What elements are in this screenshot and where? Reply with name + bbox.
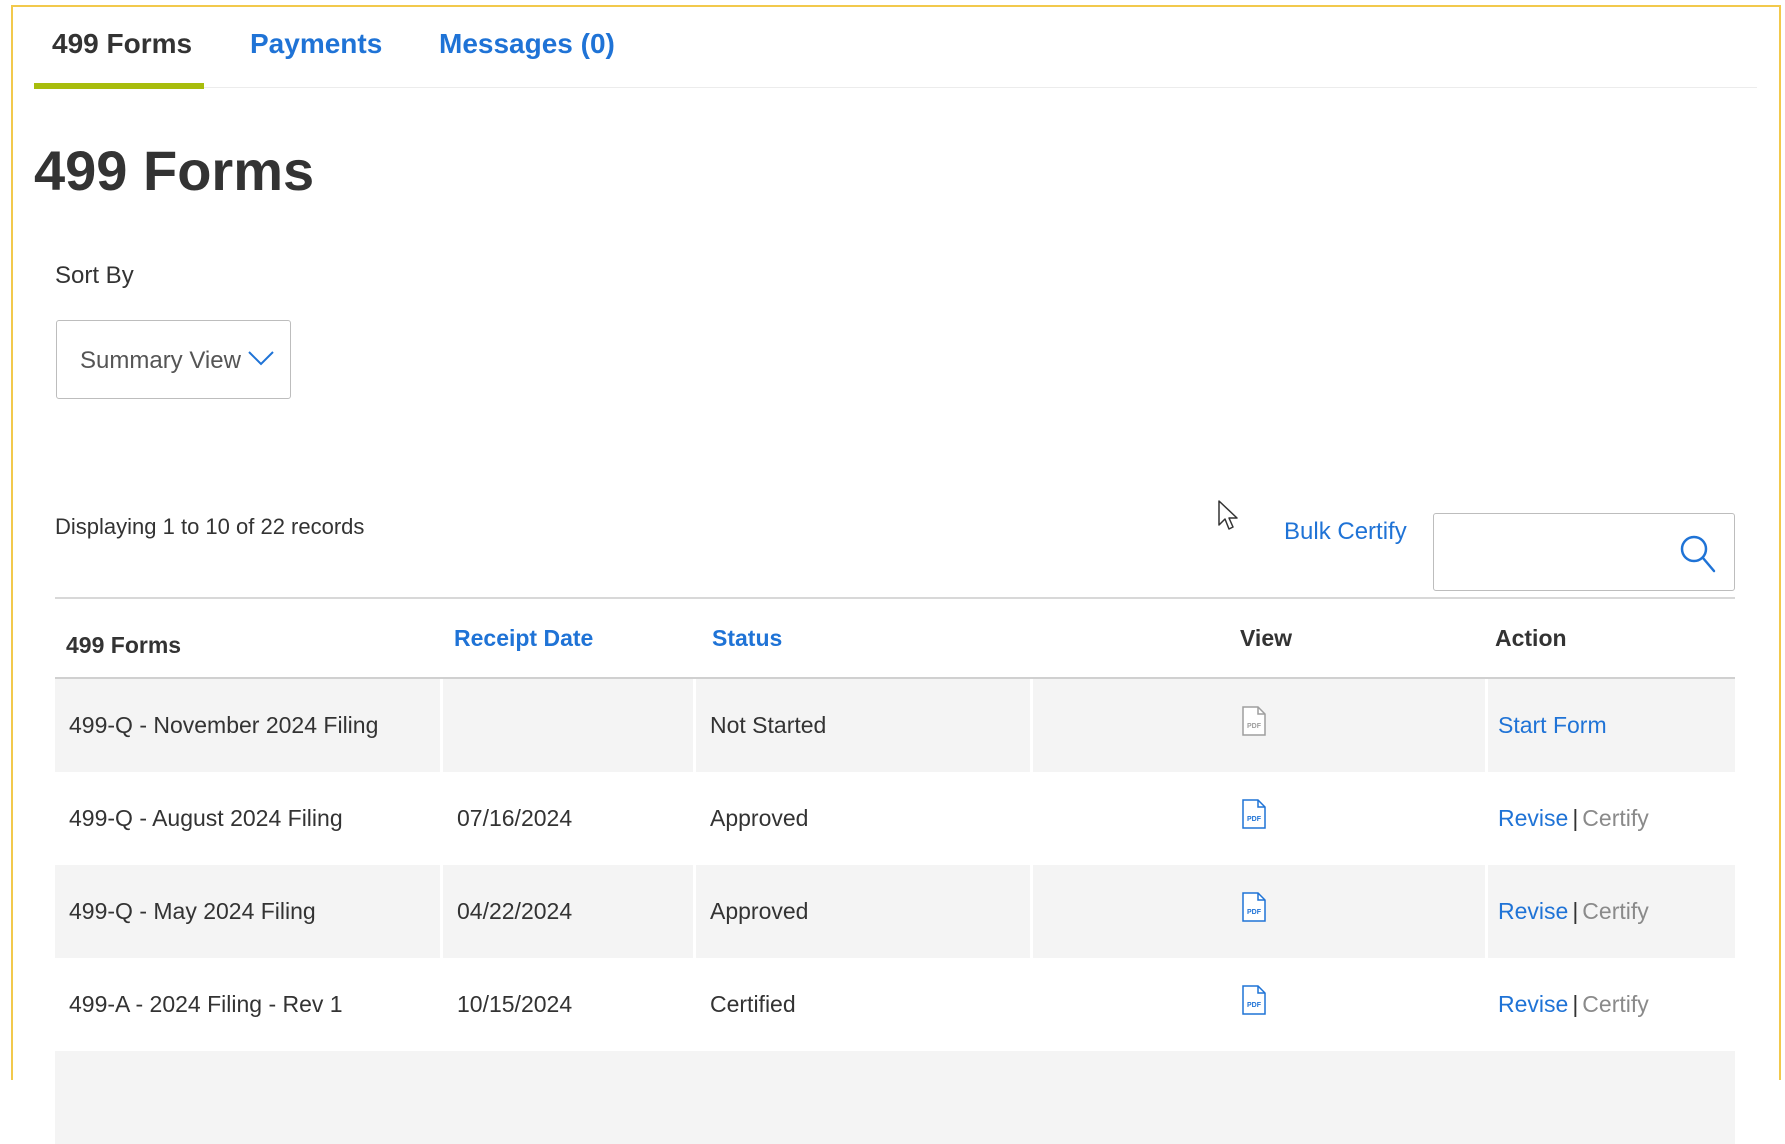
action-separator: |: [1572, 991, 1579, 1017]
status-text: Not Started: [710, 712, 827, 738]
pdf-file-icon[interactable]: PDF: [1242, 799, 1266, 829]
row-actions: Revise | Certify: [1498, 991, 1649, 1018]
table-row: 499-A - 2024 Filing - Rev 1 10/15/2024 C…: [55, 958, 1735, 1051]
bulk-certify-link[interactable]: Bulk Certify: [1284, 518, 1407, 546]
page-title: 499 Forms: [34, 139, 315, 202]
row-actions: Revise | Certify: [1498, 805, 1649, 832]
table-header: 499 Forms Receipt Date Status View Actio…: [55, 597, 1735, 679]
receipt-date: 04/22/2024: [457, 898, 573, 924]
tab-payments[interactable]: Payments: [250, 28, 382, 60]
receipt-date: 07/16/2024: [457, 805, 573, 831]
search-box: [1433, 513, 1735, 591]
certify-link[interactable]: Certify: [1582, 805, 1648, 831]
start-form-link[interactable]: Start Form: [1498, 712, 1607, 738]
column-header-view: View: [1240, 625, 1292, 651]
form-name: 499-Q - November 2024 Filing: [69, 712, 379, 738]
chevron-down-icon: [248, 351, 274, 366]
sort-by-label: Sort By: [55, 262, 134, 289]
table-row: 499-Q - August 2024 Filing 07/16/2024 Ap…: [55, 772, 1735, 865]
form-name: 499-Q - May 2024 Filing: [69, 898, 316, 924]
svg-text:PDF: PDF: [1247, 723, 1262, 730]
certify-link[interactable]: Certify: [1582, 898, 1648, 924]
column-header-receipt-date[interactable]: Receipt Date: [454, 625, 593, 652]
column-header-action: Action: [1495, 625, 1567, 651]
certify-link[interactable]: Certify: [1582, 991, 1648, 1017]
pdf-file-icon[interactable]: PDF: [1242, 985, 1266, 1015]
table-row: 499-Q - May 2024 Filing 04/22/2024 Appro…: [55, 865, 1735, 958]
revise-link[interactable]: Revise: [1498, 991, 1568, 1017]
active-tab-indicator: [34, 83, 204, 89]
tab-bar: 499 Forms Payments Messages (0): [34, 14, 1757, 89]
mouse-pointer-icon: [1218, 500, 1238, 530]
forms-table: 499 Forms Receipt Date Status View Actio…: [55, 597, 1735, 1144]
table-row: [55, 1051, 1735, 1144]
sort-by-dropdown[interactable]: Summary View: [56, 320, 291, 399]
row-actions: Revise | Certify: [1498, 898, 1649, 925]
svg-text:PDF: PDF: [1247, 909, 1262, 916]
row-actions: Start Form: [1498, 712, 1607, 739]
revise-link[interactable]: Revise: [1498, 805, 1568, 831]
action-separator: |: [1572, 805, 1579, 831]
action-separator: |: [1572, 898, 1579, 924]
tab-messages[interactable]: Messages (0): [439, 28, 615, 60]
table-row: 499-Q - November 2024 Filing Not Started…: [55, 679, 1735, 772]
receipt-date: 10/15/2024: [457, 991, 573, 1017]
pdf-file-icon[interactable]: PDF: [1242, 892, 1266, 922]
column-header-499-forms: 499 Forms: [66, 632, 182, 658]
column-header-status[interactable]: Status: [712, 625, 782, 652]
form-name: 499-Q - August 2024 Filing: [69, 805, 343, 831]
records-count: Displaying 1 to 10 of 22 records: [55, 514, 365, 539]
sort-by-value: Summary View: [80, 347, 241, 374]
search-input[interactable]: [1444, 524, 1664, 580]
status-text: Approved: [710, 805, 809, 831]
search-icon[interactable]: [1679, 534, 1717, 574]
status-text: Certified: [710, 991, 796, 1017]
pdf-file-icon[interactable]: PDF: [1242, 706, 1266, 736]
revise-link[interactable]: Revise: [1498, 898, 1568, 924]
tab-499-forms[interactable]: 499 Forms: [52, 28, 192, 60]
svg-text:PDF: PDF: [1247, 816, 1262, 823]
status-text: Approved: [710, 898, 809, 924]
form-name: 499-A - 2024 Filing - Rev 1: [69, 991, 343, 1017]
svg-text:PDF: PDF: [1247, 1002, 1262, 1009]
